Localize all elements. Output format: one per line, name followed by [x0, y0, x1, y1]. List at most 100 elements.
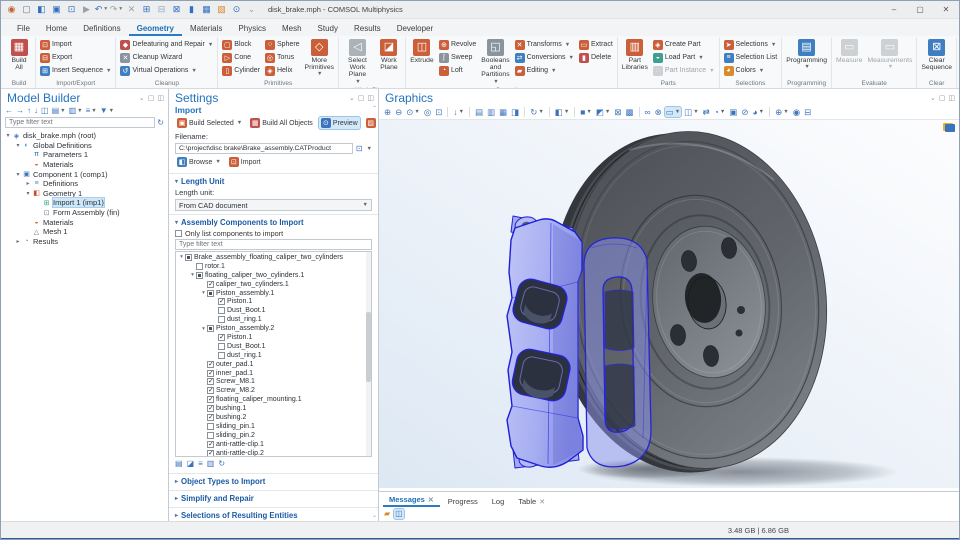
assembly-tree-node[interactable]: Screw_M8.1 — [176, 377, 371, 386]
minimize-button[interactable]: – — [881, 1, 907, 18]
plot-context-icon[interactable] — [945, 124, 955, 132]
assembly-tree-node[interactable]: ▾Piston_assembly.2 — [176, 324, 371, 333]
tree-node[interactable]: ▸◔Results — [1, 237, 168, 247]
assembly-tree-node[interactable]: inner_pad.1 — [176, 369, 371, 378]
cleanup-wizard-button[interactable]: ✕Cleanup Wizard — [118, 51, 215, 64]
component-checkbox[interactable] — [196, 263, 203, 270]
panel-controls[interactable]: ⌄▢◫ — [930, 94, 955, 102]
length-unit-select[interactable]: From CAD document▼ — [175, 199, 372, 211]
tab-study[interactable]: Study — [310, 21, 346, 36]
tab-file[interactable]: File — [9, 21, 38, 36]
assembly-tree-node[interactable]: Screw_M8.2 — [176, 386, 371, 395]
tree-node[interactable]: ▾◈disk_brake.mph (root) — [1, 131, 168, 141]
open-icon[interactable]: ◧ — [35, 3, 48, 16]
tab-geometry[interactable]: Geometry — [129, 21, 182, 36]
transparency-icon[interactable]: ∞ — [644, 107, 652, 117]
assembly-tree-node[interactable]: anti-rattle-clip.2 — [176, 449, 371, 457]
component-checkbox[interactable] — [207, 405, 214, 412]
component-checkbox[interactable] — [207, 396, 214, 403]
cylinder-button[interactable]: ▯Cylinder — [220, 64, 262, 77]
cut-icon[interactable]: ✕ — [125, 3, 138, 16]
only-list-checkbox-row[interactable]: Only list components to import — [169, 228, 378, 239]
build-all-button[interactable]: ▦Build All — [5, 38, 33, 72]
node-group-icon[interactable]: ▥▼ — [69, 107, 83, 115]
uncheck-icon[interactable]: ◪ — [187, 460, 195, 468]
hide-icon[interactable]: ⊘ — [740, 107, 749, 117]
tree-expander-icon[interactable]: ▾ — [14, 171, 22, 178]
open-message-window-icon[interactable]: ◫ — [394, 509, 404, 519]
default-view-icon[interactable]: ◎ — [423, 107, 432, 117]
assembly-tree-node[interactable]: dust_ring.1 — [176, 351, 371, 360]
component-checkbox[interactable] — [207, 432, 214, 439]
tree-node[interactable]: ▸≡Definitions — [1, 179, 168, 189]
assembly-tree-node[interactable]: ▾Brake_assembly_floating_caliper_two_cyl… — [176, 253, 371, 262]
clear-sequence-button[interactable]: ⊠Clear Sequence — [919, 38, 954, 72]
swap-icon[interactable]: ⇄ — [702, 107, 711, 117]
filename-input[interactable] — [175, 143, 353, 154]
orientation-icon[interactable]: ▭▼ — [665, 107, 681, 117]
panel-controls[interactable]: ⌄▢◫ — [139, 94, 164, 102]
component-checkbox[interactable] — [207, 387, 214, 394]
close-icon[interactable]: ✕ — [539, 498, 545, 506]
component-checkbox[interactable] — [218, 307, 225, 314]
clip-icon[interactable]: ⊗ — [654, 107, 663, 117]
copy-icon[interactable]: ⊞ — [140, 3, 153, 16]
delete-button[interactable]: ▮Delete — [577, 51, 615, 64]
tree-node[interactable]: △Mesh 1 — [1, 227, 168, 237]
close-icon[interactable]: ✕ — [428, 496, 434, 504]
tree-expander-icon[interactable]: ▾ — [200, 290, 207, 296]
tab-mesh[interactable]: Mesh — [274, 21, 310, 36]
section-simplify-and-repair[interactable]: ▸Simplify and Repair — [169, 493, 378, 504]
zoom-box-icon[interactable]: ⊙▼ — [405, 107, 421, 117]
assembly-tree-node[interactable]: outer_pad.1 — [176, 360, 371, 369]
tab-physics[interactable]: Physics — [230, 21, 274, 36]
assembly-tree-node[interactable]: Piston.1 — [176, 297, 371, 306]
only-list-checkbox[interactable] — [175, 230, 182, 237]
flip-view-icon[interactable]: ◨ — [510, 107, 520, 117]
assembly-tree-node[interactable]: Dust_Boot.1 — [176, 342, 371, 351]
comsol-logo[interactable]: ◉ — [5, 3, 18, 16]
tree-node[interactable]: ◒Materials — [1, 217, 168, 227]
model-icon[interactable]: ▦ — [200, 3, 213, 16]
color-icon[interactable]: ■▼ — [579, 107, 593, 117]
torus-button[interactable]: ◎Torus — [263, 51, 302, 64]
tree-node[interactable]: ▾▣Component 1 (comp1) — [1, 169, 168, 179]
component-checkbox[interactable] — [207, 290, 214, 297]
panel-controls[interactable]: ⌄▢◫ — [349, 94, 374, 102]
insert-sequence-button[interactable]: ⊞Insert Sequence▼ — [38, 64, 113, 77]
extract-button[interactable]: ▭Extract — [577, 38, 615, 51]
assembly-tree-node[interactable]: Piston.1 — [176, 333, 371, 342]
editing-button[interactable]: ▰Editing▼ — [513, 64, 576, 77]
component-checkbox[interactable] — [207, 378, 214, 385]
chevron-down-icon[interactable]: ⌄ — [349, 94, 355, 102]
collapse-tree-icon[interactable]: ▥ — [207, 460, 215, 468]
work-plane-button[interactable]: ◪Work Plane — [375, 38, 403, 72]
duplicate-icon[interactable]: ⊠ — [170, 3, 183, 16]
model-filter-input[interactable] — [5, 117, 155, 128]
sphere-button[interactable]: ○Sphere — [263, 38, 302, 51]
tree-expander-icon[interactable]: ▾ — [4, 132, 12, 139]
conversions-button[interactable]: ⇄Conversions▼ — [513, 51, 576, 64]
scene-icon[interactable]: ◫▼ — [683, 107, 699, 117]
tab-progress[interactable]: Progress — [442, 495, 484, 507]
select-box-icon[interactable]: ⊠ — [613, 107, 622, 117]
assembly-tree-node[interactable]: bushing.2 — [176, 413, 371, 422]
tab-definitions[interactable]: Definitions — [75, 21, 128, 36]
tree-node[interactable]: ◒Materials — [1, 160, 168, 170]
maximize-button[interactable]: ▢ — [907, 1, 933, 18]
component-checkbox[interactable] — [196, 272, 203, 279]
select-entities-icon[interactable]: ▣ — [728, 107, 738, 117]
assembly-tree-node[interactable]: ▾Piston_assembly.1 — [176, 289, 371, 298]
back-icon[interactable]: ← — [5, 107, 13, 115]
settings-scrollbar[interactable]: ⌃⌄ — [371, 105, 378, 519]
material-render-icon[interactable]: ◩▼ — [595, 107, 611, 117]
pin-icon[interactable]: ◫ — [948, 94, 955, 102]
float-icon[interactable]: ▢ — [148, 94, 155, 102]
float-icon[interactable]: ▢ — [358, 94, 365, 102]
chevron-down-icon[interactable]: ⌄ — [930, 94, 936, 102]
zoom-icon[interactable]: ⊙ — [230, 3, 243, 16]
tree-node[interactable]: πParameters 1 — [1, 150, 168, 160]
scene-light-icon[interactable]: ◧▼ — [554, 107, 570, 117]
component-checkbox[interactable] — [185, 254, 192, 261]
assembly-tree-node[interactable]: anti-rattle-clip.1 — [176, 440, 371, 449]
